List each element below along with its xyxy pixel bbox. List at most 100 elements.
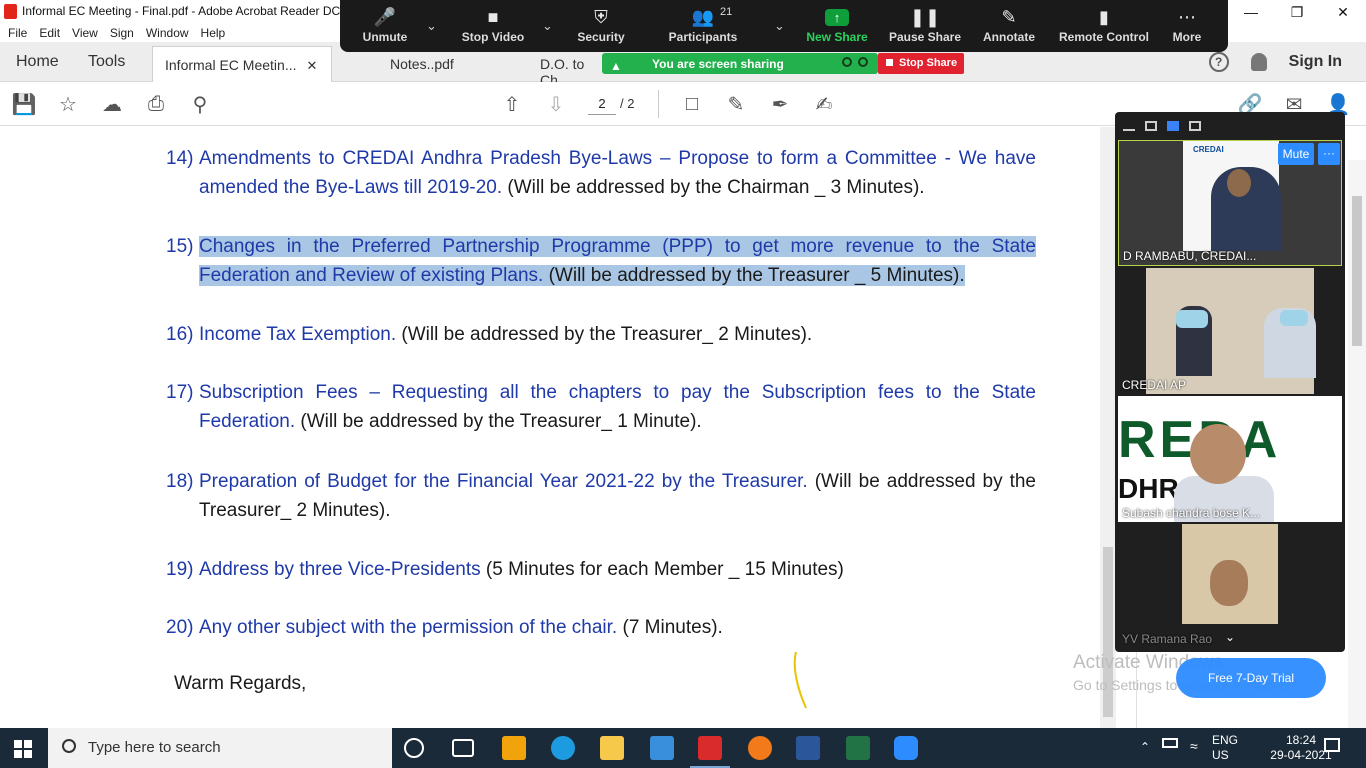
sharing-status-text: You are screen sharing: [652, 57, 784, 71]
minimize-icon[interactable]: —: [1228, 0, 1274, 24]
comment-icon[interactable]: □: [680, 92, 704, 116]
fill-sign-icon[interactable]: ✍: [812, 92, 836, 116]
security-button[interactable]: ⛨ Security: [556, 4, 646, 50]
gallery-view-icon[interactable]: [1189, 121, 1201, 131]
participant-tile[interactable]: REDA DHR RADI Subash chandra bose K...: [1118, 396, 1342, 522]
microphone-muted-icon: 🎤: [373, 6, 397, 27]
sharing-indicator-icons: [842, 57, 868, 67]
speaker-view-icon[interactable]: [1167, 121, 1179, 131]
screen-sharing-banner: ▲ You are screen sharing: [602, 53, 878, 74]
unmute-button[interactable]: 🎤 Unmute: [340, 4, 430, 50]
account-controls: ? Sign In: [1208, 52, 1342, 72]
participant-name: YV Ramana Rao: [1122, 632, 1213, 646]
sign-in-button[interactable]: Sign In: [1289, 53, 1342, 71]
cortana-icon[interactable]: [404, 738, 424, 758]
agenda-item: 19) Address by three Vice-Presidents (5 …: [166, 555, 1036, 584]
notification-bell-icon[interactable]: [1250, 53, 1267, 71]
stop-share-button[interactable]: Stop Share: [878, 53, 964, 74]
minimize-icon[interactable]: [1123, 129, 1135, 131]
excel-icon[interactable]: [846, 736, 870, 760]
print-icon[interactable]: ⎙: [144, 92, 168, 116]
poster-text: CREDAI: [1193, 145, 1224, 154]
face-mask: [1176, 310, 1208, 328]
document-scrollbar[interactable]: [1100, 127, 1116, 728]
chevron-down-icon[interactable]: ⌄: [1218, 630, 1242, 648]
new-share-label: New Share: [806, 30, 868, 44]
tab-document-label: Informal EC Meetin...: [165, 57, 297, 73]
tab-document-active[interactable]: Informal EC Meetin... ✕: [152, 46, 332, 82]
mute-participant-button[interactable]: Mute: [1278, 143, 1314, 165]
menu-help[interactable]: Help: [201, 26, 226, 40]
stop-video-button[interactable]: ■ Stop Video: [448, 4, 538, 50]
mail-icon[interactable]: [650, 736, 674, 760]
close-tab-icon[interactable]: ✕: [307, 58, 318, 73]
participant-face: [1227, 169, 1251, 197]
security-label: Security: [577, 30, 625, 44]
restore-icon[interactable]: ❐: [1274, 0, 1320, 24]
right-pane-scrollbar[interactable]: [1348, 160, 1366, 728]
item-note: (7 Minutes).: [617, 617, 723, 638]
agenda-item: 14) Amendments to CREDAI Andhra Pradesh …: [166, 144, 1036, 202]
save-icon[interactable]: 💾: [12, 92, 37, 116]
agenda-item-highlighted: 15) Changes in the Preferred Partnership…: [166, 232, 1036, 290]
help-icon[interactable]: ?: [1208, 52, 1229, 72]
language-indicator[interactable]: ENG US: [1212, 733, 1238, 763]
zoom-app-icon[interactable]: [894, 736, 918, 760]
tab-home[interactable]: Home: [16, 53, 59, 71]
tab-tools[interactable]: Tools: [88, 53, 125, 71]
chevron-down-icon[interactable]: ⌄: [426, 18, 437, 34]
page-down-icon[interactable]: ⇩: [544, 92, 568, 116]
menu-window[interactable]: Window: [146, 26, 189, 40]
draw-icon[interactable]: ✒: [768, 92, 792, 116]
bookmark-star-icon[interactable]: ☆: [56, 92, 80, 116]
upload-cloud-icon[interactable]: ☁: [100, 92, 124, 116]
firefox-icon[interactable]: [748, 736, 772, 760]
menu-edit[interactable]: Edit: [39, 26, 60, 40]
item-number: 14): [166, 148, 194, 169]
item-subject: Preparation of Budget for the Financial …: [199, 471, 808, 492]
participant-more-button[interactable]: ···: [1318, 143, 1340, 165]
store-icon[interactable]: [502, 736, 526, 760]
pin-icon: ▲: [610, 59, 622, 73]
menu-sign[interactable]: Sign: [110, 26, 134, 40]
participant-tile[interactable]: CREDAI AP: [1118, 268, 1342, 394]
item-subject: Address by three Vice-Presidents: [199, 559, 481, 580]
menu-view[interactable]: View: [72, 26, 98, 40]
item-number: 19): [166, 559, 194, 580]
item-number: 15): [166, 236, 194, 257]
pause-share-button[interactable]: ❚❚ Pause Share: [880, 4, 970, 50]
scrollbar-thumb[interactable]: [1352, 196, 1362, 346]
windows-start-icon[interactable]: [14, 740, 32, 758]
zoom-search-icon[interactable]: ⚲: [188, 92, 212, 116]
edge-browser-icon[interactable]: [551, 736, 575, 760]
participants-button[interactable]: 👥 21 Participants: [658, 4, 748, 50]
free-trial-button[interactable]: Free 7-Day Trial: [1176, 658, 1326, 698]
item-subject: Any other subject with the permission of…: [199, 617, 618, 638]
closing-text: Warm Regards,: [174, 673, 307, 694]
chevron-down-icon[interactable]: ⌄: [542, 18, 553, 34]
more-button[interactable]: ⋯ More: [1152, 4, 1222, 50]
annotate-button[interactable]: ✎ Annotate: [964, 4, 1054, 50]
chevron-down-icon[interactable]: ⌄: [774, 18, 785, 34]
face-mask: [1280, 310, 1308, 326]
tray-overflow-icon[interactable]: ⌃: [1140, 740, 1150, 754]
agenda-item: 20) Any other subject with the permissio…: [166, 613, 1036, 642]
new-share-button[interactable]: ↑ New Share: [792, 4, 882, 50]
remote-control-button[interactable]: ▮ Remote Control: [1056, 4, 1152, 50]
mouse-icon: ▮: [1099, 6, 1109, 27]
battery-icon[interactable]: [1162, 738, 1178, 748]
page-up-icon[interactable]: ⇧: [500, 92, 524, 116]
file-explorer-icon[interactable]: [600, 736, 624, 760]
thumbnail-view-icon[interactable]: [1145, 121, 1157, 131]
close-icon[interactable]: ✕: [1320, 0, 1366, 24]
acrobat-taskbar-icon[interactable]: [690, 736, 730, 768]
menu-file[interactable]: File: [8, 26, 27, 40]
page-number-input[interactable]: 2: [588, 93, 616, 115]
taskbar-search-input[interactable]: Type here to search: [48, 728, 392, 768]
tab-document-label: Notes..pdf: [390, 56, 454, 72]
task-view-icon[interactable]: [452, 739, 474, 757]
highlight-pen-icon[interactable]: ✎: [724, 92, 748, 116]
wifi-icon[interactable]: ≈: [1190, 738, 1198, 754]
word-icon[interactable]: [796, 736, 820, 760]
notification-center-icon[interactable]: [1324, 738, 1340, 752]
